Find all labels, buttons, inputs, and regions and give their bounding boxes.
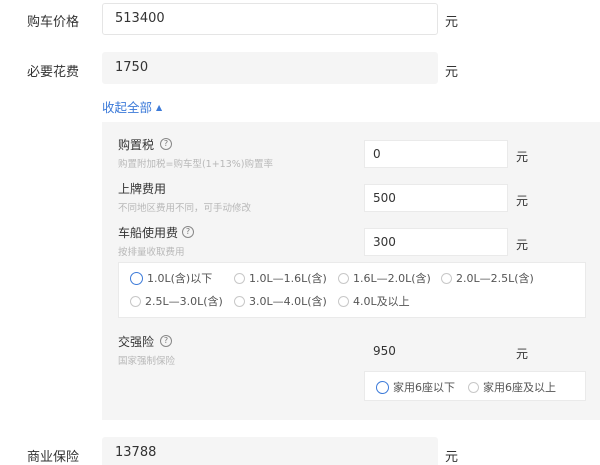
registration-fee-description: 不同地区费用不同，可手动修改 (118, 203, 252, 214)
radio-selected-icon (130, 272, 143, 285)
purchase-tax-title: 购置税 (118, 138, 155, 152)
displacement-option[interactable]: 2.5L—3.0L(含) (130, 293, 223, 309)
car-price-label: 购车价格 (27, 15, 80, 30)
radio-unselected-icon (234, 273, 245, 284)
radio-unselected-icon (468, 382, 479, 393)
compulsory-insurance-description: 国家强制保险 (118, 356, 176, 367)
compulsory-insurance-title: 交强险 (118, 335, 155, 349)
commercial-insurance-unit: 元 (445, 450, 459, 465)
caret-up-icon: ▲ (156, 103, 163, 112)
radio-selected-icon (376, 381, 389, 394)
collapse-all-link[interactable]: 收起全部 ▲ (102, 97, 162, 116)
commercial-insurance-label: 商业保险 (27, 450, 80, 465)
vehicle-tax-title: 车船使用费 (118, 226, 179, 240)
commercial-insurance-value: 13788 (102, 437, 438, 465)
car-price-unit: 元 (445, 15, 459, 30)
registration-fee-title: 上牌费用 (118, 182, 167, 196)
radio-unselected-icon (130, 296, 141, 307)
compulsory-insurance-value: 950 (373, 344, 396, 358)
radio-unselected-icon (338, 273, 349, 284)
displacement-option[interactable]: 2.0L—2.5L(含) (441, 270, 534, 286)
collapse-all-label: 收起全部 (102, 100, 153, 115)
required-costs-value: 1750 (102, 52, 438, 84)
displacement-option[interactable]: 3.0L—4.0L(含) (234, 293, 327, 309)
vehicle-tax-input[interactable]: 300 (364, 228, 508, 256)
purchase-tax-description: 购置附加税=购车型(1+13%)购置率 (118, 159, 273, 170)
radio-unselected-icon (234, 296, 245, 307)
compulsory-insurance-help-icon[interactable]: ? (160, 335, 172, 347)
radio-unselected-icon (338, 296, 349, 307)
vehicle-tax-unit: 元 (516, 238, 529, 252)
purchase-tax-help-icon[interactable]: ? (160, 138, 172, 150)
vehicle-tax-help-icon[interactable]: ? (182, 226, 194, 238)
displacement-option[interactable]: 1.0L(含)以下 (130, 270, 212, 286)
car-price-input[interactable]: 513400 (102, 3, 438, 35)
radio-unselected-icon (441, 273, 452, 284)
compulsory-insurance-unit: 元 (516, 347, 529, 361)
registration-fee-input[interactable]: 500 (364, 184, 508, 212)
seat-option[interactable]: 家用6座以下 (376, 379, 455, 395)
displacement-option[interactable]: 4.0L及以上 (338, 293, 410, 309)
purchase-tax-unit: 元 (516, 150, 529, 164)
displacement-option[interactable]: 1.0L—1.6L(含) (234, 270, 327, 286)
displacement-option[interactable]: 1.6L—2.0L(含) (338, 270, 431, 286)
required-costs-label: 必要花费 (27, 65, 80, 80)
seat-option[interactable]: 家用6座及以上 (468, 379, 556, 395)
registration-fee-unit: 元 (516, 194, 529, 208)
vehicle-tax-description: 按排量收取费用 (118, 247, 185, 258)
required-costs-unit: 元 (445, 65, 459, 80)
purchase-tax-input[interactable]: 0 (364, 140, 508, 168)
